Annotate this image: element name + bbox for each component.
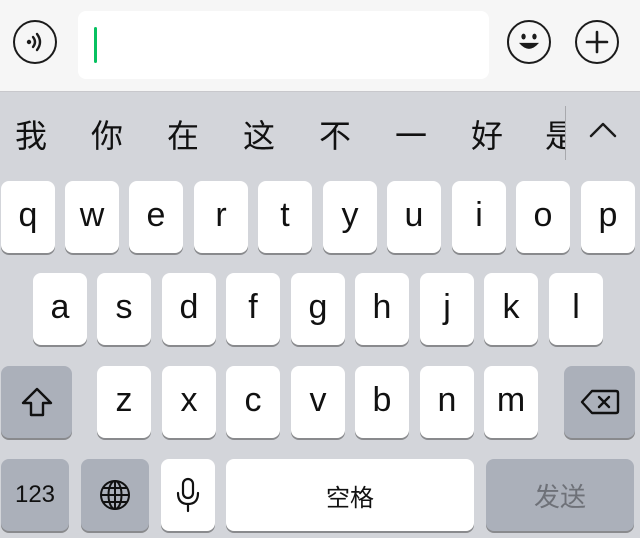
candidate-bar: 我 你 在 这 不 一 好 是 [0, 92, 640, 180]
key-t[interactable]: t [258, 181, 312, 253]
key-u[interactable]: u [387, 181, 441, 253]
candidate-divider [565, 106, 566, 160]
candidate-item[interactable]: 是 [545, 116, 565, 156]
key-label: k [502, 288, 520, 326]
key-label: s [115, 288, 133, 326]
globe-key[interactable] [81, 459, 149, 531]
key-label: a [50, 288, 70, 326]
expand-candidates-button[interactable] [585, 112, 621, 148]
key-k[interactable]: k [484, 273, 538, 345]
key-label: t [280, 196, 290, 234]
text-caret [94, 27, 97, 63]
voice-wave-icon [26, 32, 42, 52]
candidate-item[interactable]: 好 [471, 116, 503, 156]
key-z[interactable]: z [97, 366, 151, 438]
key-label: g [308, 288, 328, 326]
key-label: z [115, 381, 133, 419]
key-label: w [79, 196, 105, 234]
key-m[interactable]: m [484, 366, 538, 438]
key-g[interactable]: g [291, 273, 345, 345]
shift-arrow-icon [21, 387, 52, 417]
key-label: p [598, 196, 618, 234]
candidate-item[interactable]: 你 [91, 116, 123, 156]
key-label: r [215, 196, 227, 234]
space-key-label: 空格 [326, 483, 374, 512]
key-label: d [179, 288, 199, 326]
emoji-button[interactable] [507, 20, 551, 64]
key-label: j [443, 288, 451, 326]
key-f[interactable]: f [226, 273, 280, 345]
backspace-icon [580, 389, 619, 415]
key-label: v [309, 381, 327, 419]
candidate-item[interactable]: 不 [319, 116, 351, 156]
key-label: m [496, 381, 526, 419]
candidate-item[interactable]: 一 [395, 116, 427, 156]
key-a[interactable]: a [33, 273, 87, 345]
chevron-up-icon [589, 122, 617, 138]
candidate-item[interactable]: 在 [167, 116, 199, 156]
numbers-key[interactable]: 123 [1, 459, 69, 531]
plus-icon [585, 30, 609, 54]
key-j[interactable]: j [420, 273, 474, 345]
key-l[interactable]: l [549, 273, 603, 345]
voice-input-button[interactable] [13, 20, 57, 64]
key-label: h [372, 288, 392, 326]
key-label: l [572, 288, 580, 326]
smiley-icon [519, 33, 539, 49]
key-b[interactable]: b [355, 366, 409, 438]
key-label: u [404, 196, 424, 234]
key-c[interactable]: c [226, 366, 280, 438]
key-label: q [18, 196, 38, 234]
key-e[interactable]: e [129, 181, 183, 253]
key-q[interactable]: q [1, 181, 55, 253]
microphone-key[interactable] [161, 459, 215, 531]
key-h[interactable]: h [355, 273, 409, 345]
key-label: o [533, 196, 553, 234]
chat-input-bar [0, 0, 640, 92]
key-w[interactable]: w [65, 181, 119, 253]
key-label: c [244, 381, 262, 419]
key-label: y [341, 196, 359, 234]
key-v[interactable]: v [291, 366, 345, 438]
send-key[interactable]: 发送 [486, 459, 634, 531]
candidate-item[interactable]: 这 [243, 116, 275, 156]
key-s[interactable]: s [97, 273, 151, 345]
key-label: x [180, 381, 198, 419]
more-options-button[interactable] [575, 20, 619, 64]
shift-key[interactable] [1, 366, 72, 438]
numbers-key-label: 123 [14, 481, 56, 508]
candidate-list: 我 你 在 这 不 一 好 是 [0, 92, 565, 180]
key-label: e [146, 196, 166, 234]
globe-icon [100, 480, 130, 510]
send-key-label: 发送 [533, 482, 586, 513]
key-p[interactable]: p [581, 181, 635, 253]
key-label: b [372, 381, 392, 419]
key-d[interactable]: d [162, 273, 216, 345]
message-input[interactable] [78, 11, 489, 79]
key-y[interactable]: y [323, 181, 377, 253]
key-o[interactable]: o [516, 181, 570, 253]
microphone-icon [176, 477, 200, 513]
candidate-item[interactable]: 我 [15, 116, 47, 156]
key-i[interactable]: i [452, 181, 506, 253]
key-label: n [437, 381, 457, 419]
delete-key[interactable] [564, 366, 635, 438]
key-label: i [475, 196, 483, 234]
key-label: f [248, 288, 258, 326]
key-r[interactable]: r [194, 181, 248, 253]
space-key[interactable]: 空格 [226, 459, 474, 531]
key-x[interactable]: x [162, 366, 216, 438]
key-n[interactable]: n [420, 366, 474, 438]
